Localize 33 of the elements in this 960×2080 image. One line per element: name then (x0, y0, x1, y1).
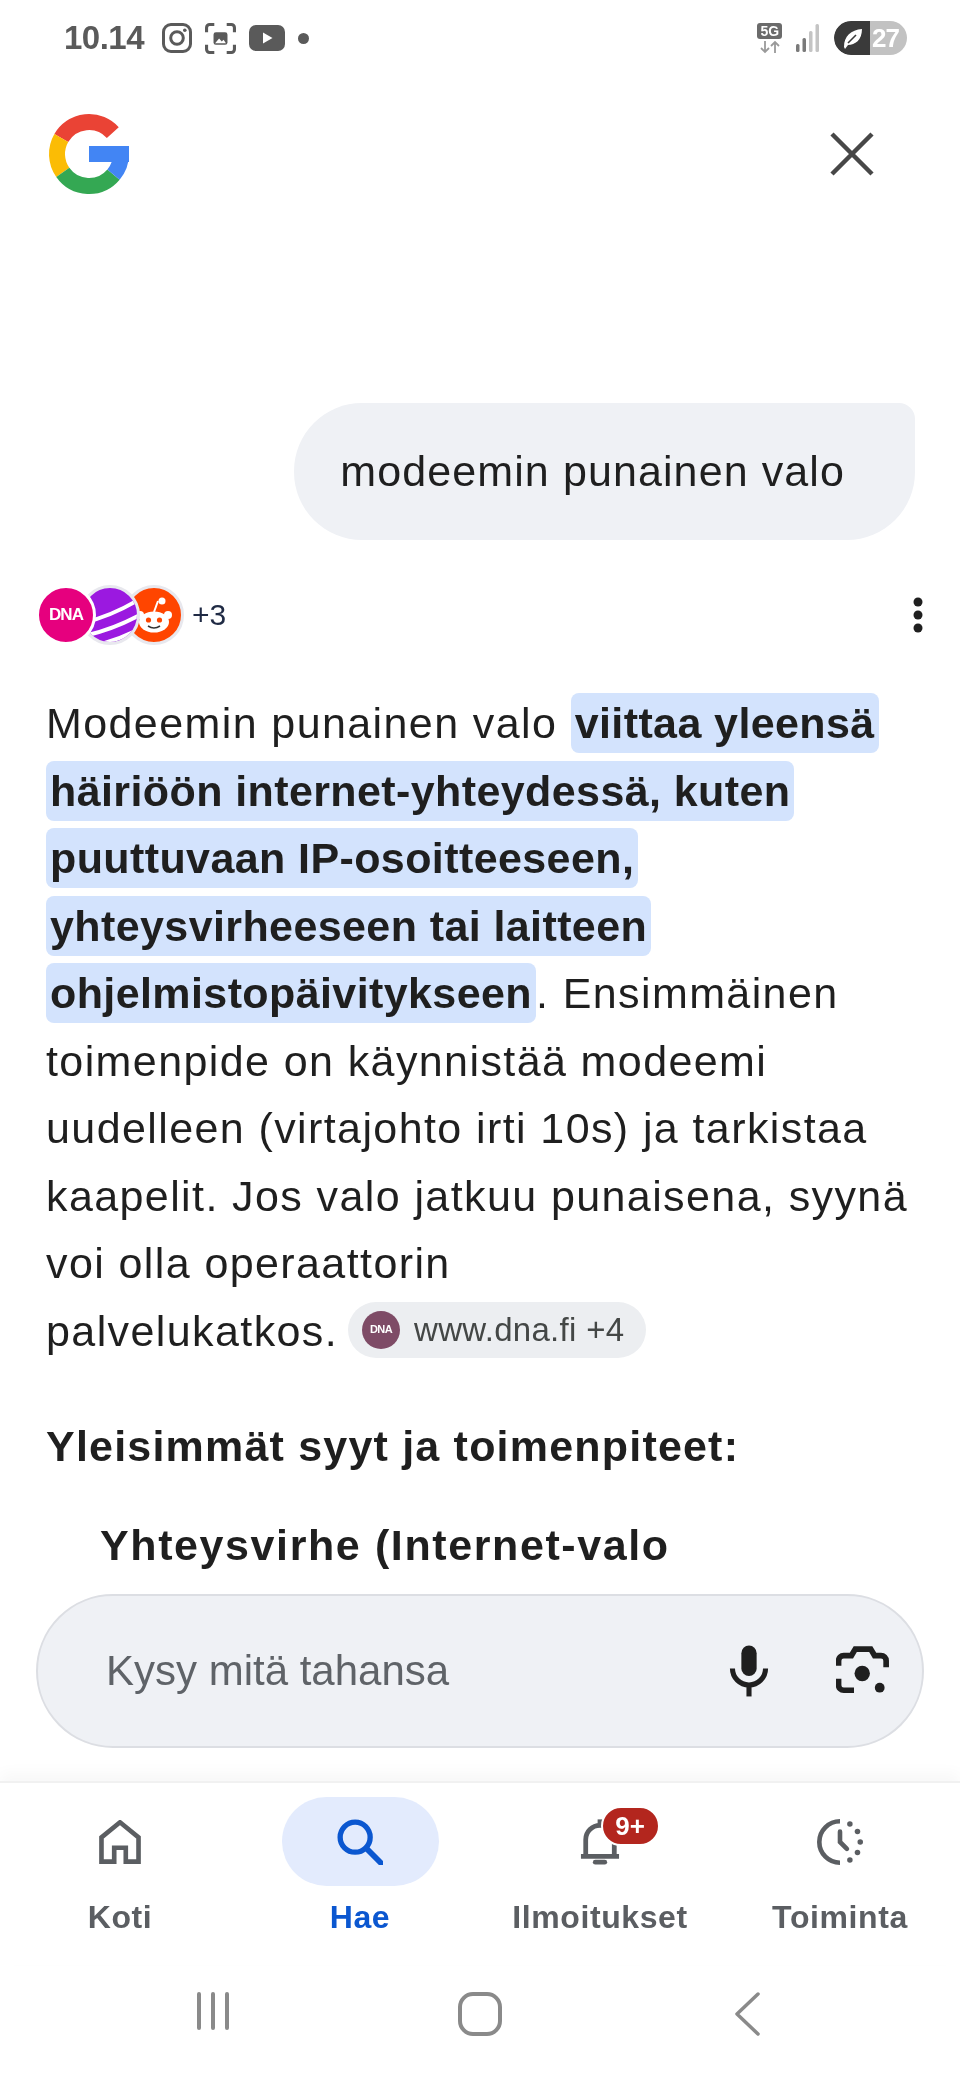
dot-icon (298, 32, 310, 44)
dna-logo: DNA (362, 1311, 401, 1350)
screenshot-icon (205, 22, 237, 54)
list-item-text: Yhteysvirhe (Internet-valo (99, 1521, 671, 1569)
nav-tab[interactable]: Hae (240, 1783, 480, 1965)
clock-icon (817, 1818, 863, 1865)
nav-tab[interactable]: Toiminta (720, 1783, 960, 1965)
query-bubble: modeemin punainen valo (294, 403, 915, 540)
nav-tab[interactable]: Koti (0, 1783, 240, 1965)
home-icon (98, 1819, 142, 1864)
battery-level-text: 27 (871, 22, 900, 54)
signal-icon (796, 24, 821, 52)
notification-badge: 9+ (600, 1806, 660, 1846)
status-time: 10.14 (64, 19, 145, 57)
ask-input-field[interactable]: Kysy mitä tahansa (106, 1647, 662, 1695)
back-chevron-icon[interactable] (732, 1991, 761, 2037)
citation-chip[interactable]: DNA www.dna.fi +4 (348, 1302, 647, 1359)
data-arrows-icon (758, 39, 781, 54)
more-sources-count[interactable]: +3 (192, 598, 227, 632)
nav-tab[interactable]: 9+ Ilmoitukset (480, 1783, 720, 1965)
answer-paragraph: Modeemin punainen valo viittaa yleensä häiriöön internet-yhteydessä, kuten puuttuvaan IP-osoitteeseen, yhteysvirheeseen tai laitteen ohjelmistopäivitykseen. Ensimmäinen toimenpide on käynnistää modeemi uudelleen (virtajohto irti 10s) ja tarkistaa kaapelit. Jos valo jatkuu punaisena, syynä voi olla operaattorin palvelukatkos. DNA www.dna.fi +4 (0, 690, 960, 1365)
network-type-label: 5G (757, 22, 783, 39)
microphone-icon[interactable] (728, 1643, 770, 1699)
section-heading: Yleisimmät syyt ja toimenpiteet: (45, 1421, 741, 1471)
close-icon[interactable] (829, 131, 875, 177)
home-square-icon[interactable] (457, 1991, 503, 2037)
leaf-icon (834, 21, 871, 55)
dna-logo: DNA (36, 585, 96, 645)
camera-outline-icon (162, 23, 193, 53)
play-video-icon (249, 25, 286, 51)
search-icon (337, 1818, 383, 1865)
more-options-icon[interactable] (912, 596, 924, 634)
recent-apps-icon[interactable] (195, 1991, 232, 2031)
